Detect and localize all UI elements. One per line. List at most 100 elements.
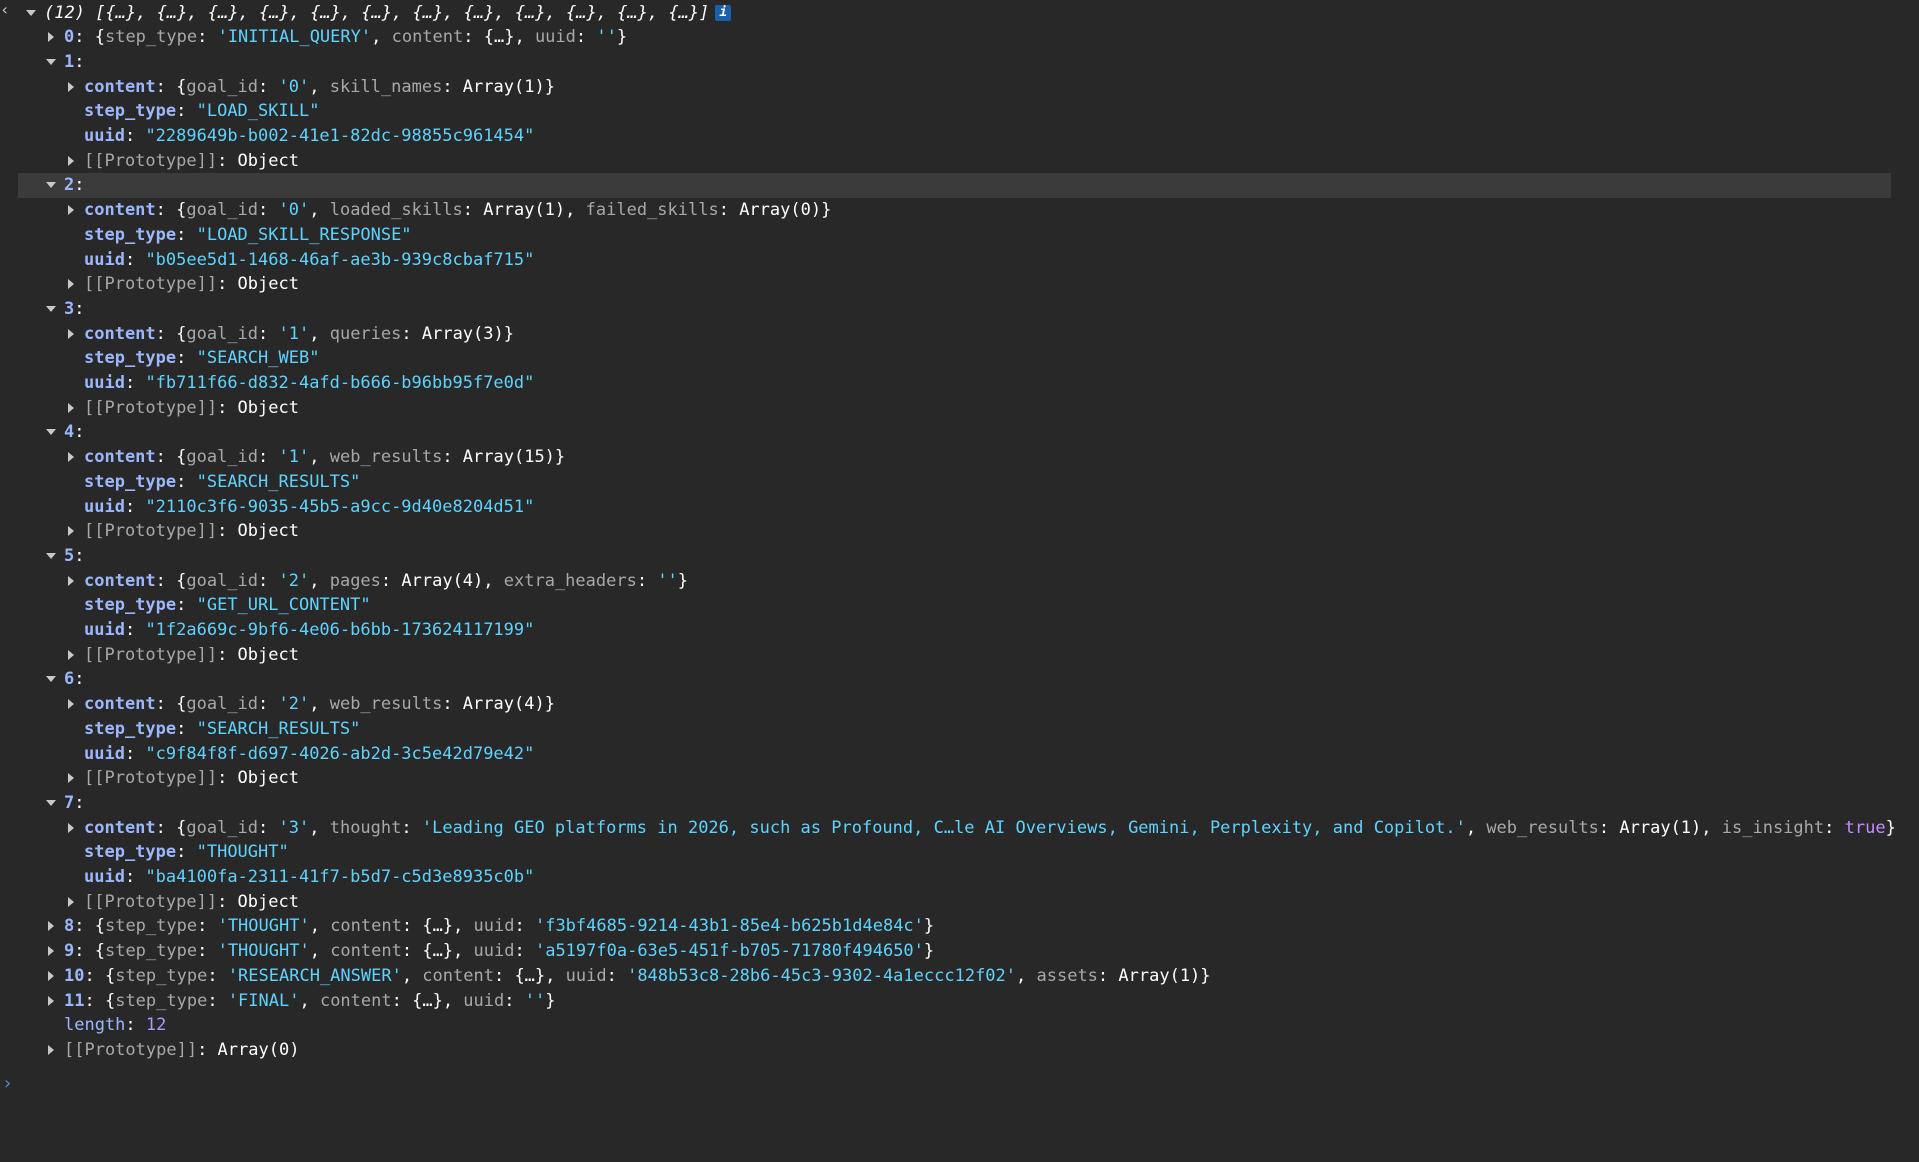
property-value: Array(3) bbox=[421, 323, 504, 344]
property-value: "SEARCH_RESULTS" bbox=[196, 471, 361, 492]
expand-toggle[interactable] bbox=[44, 989, 56, 1014]
expand-toggle[interactable] bbox=[64, 445, 76, 470]
expand-toggle[interactable] bbox=[44, 173, 56, 198]
separator: , bbox=[309, 817, 330, 838]
step-type-property: step_type: "LOAD_SKILL" bbox=[84, 99, 319, 124]
expand-toggle[interactable] bbox=[64, 396, 76, 421]
expand-toggle[interactable] bbox=[44, 50, 56, 75]
step-type-property: step_type: "SEARCH_WEB" bbox=[84, 346, 319, 371]
step-type-property: step_type: "THOUGHT" bbox=[84, 840, 289, 865]
property-value: '3' bbox=[278, 817, 310, 838]
expand-toggle[interactable] bbox=[44, 939, 56, 964]
info-icon[interactable]: i bbox=[715, 4, 732, 21]
expand-toggle[interactable] bbox=[44, 791, 56, 816]
uuid-row: uuid: "ba4100fa-2311-41f7-b5d7-c5d3e8935… bbox=[0, 865, 1919, 890]
property-value: "fb711f66-d832-4afd-b666-b96bb95f7e0d" bbox=[145, 373, 535, 393]
content-row: content: {goal_id: '2', web_results: Arr… bbox=[0, 692, 1919, 717]
expand-toggle[interactable] bbox=[64, 643, 76, 668]
brace: } bbox=[554, 447, 566, 468]
property-key: uuid bbox=[84, 373, 125, 393]
property-key: step_type bbox=[104, 916, 198, 937]
expand-toggle[interactable] bbox=[64, 816, 76, 841]
property-key: content bbox=[330, 916, 402, 937]
content-row: content: {goal_id: '2', pages: Array(4),… bbox=[0, 569, 1919, 594]
expand-toggle[interactable] bbox=[44, 667, 56, 692]
content-row: content: {goal_id: '1', web_results: Arr… bbox=[0, 445, 1919, 470]
content-preview: content: {goal_id: '0', skill_names: Arr… bbox=[84, 75, 555, 100]
entry-index: 5 bbox=[64, 545, 75, 566]
content-row: content: {goal_id: '0', loaded_skills: A… bbox=[0, 198, 1919, 223]
step-type-property: step_type: "GET_URL_CONTENT" bbox=[84, 593, 371, 618]
property-key: step_type bbox=[84, 471, 177, 492]
property-value: '848b53c8-28b6-45c3-9302-4a1eccc12f02' bbox=[627, 965, 1017, 986]
expand-toggle[interactable] bbox=[44, 544, 56, 569]
expand-toggle[interactable] bbox=[64, 519, 76, 544]
expand-toggle[interactable] bbox=[64, 692, 76, 717]
property-value: "1f2a669c-9bf6-4e06-b6bb-173624117199" bbox=[145, 620, 535, 640]
property-key: loaded_skills bbox=[329, 200, 463, 221]
entry-header: 6: bbox=[64, 667, 85, 692]
entry-index: 10 bbox=[64, 965, 85, 986]
uuid-row: uuid: "fb711f66-d832-4afd-b666-b96bb95f7… bbox=[0, 371, 1919, 396]
separator: , bbox=[309, 76, 330, 97]
property-value: 'THOUGHT' bbox=[217, 941, 310, 962]
property-key: uuid bbox=[84, 867, 125, 887]
property-value: 'FINAL' bbox=[227, 990, 300, 1011]
property-key: content bbox=[330, 941, 402, 962]
property-key: uuid bbox=[565, 965, 607, 986]
colon: : bbox=[74, 792, 85, 813]
expand-toggle[interactable] bbox=[64, 75, 76, 100]
expand-toggle[interactable] bbox=[44, 297, 56, 322]
property-value: '0' bbox=[278, 200, 310, 221]
colon: : bbox=[176, 595, 197, 616]
property-key: step_type bbox=[84, 348, 177, 369]
property-key: [[Prototype]] bbox=[64, 1039, 198, 1060]
array-entry-collapsed: 8: {step_type: 'THOUGHT', content: {…}, … bbox=[0, 914, 1919, 939]
property-key: step_type bbox=[84, 595, 177, 616]
colon: : bbox=[176, 101, 197, 122]
expand-toggle[interactable] bbox=[44, 25, 56, 50]
property-value: "SEARCH_WEB" bbox=[196, 348, 320, 369]
property-key: pages bbox=[329, 570, 381, 591]
expand-toggle[interactable] bbox=[64, 322, 76, 347]
prototype-property: [[Prototype]]: Object bbox=[84, 766, 299, 791]
expand-toggle[interactable] bbox=[24, 1, 36, 26]
entry-header: 7: bbox=[64, 791, 85, 816]
entry-index: 8 bbox=[64, 916, 75, 937]
content-preview: content: {goal_id: '3', thought: 'Leadin… bbox=[84, 816, 1896, 841]
colon: : bbox=[258, 200, 279, 221]
property-value: Array(4) bbox=[401, 570, 484, 591]
separator: , bbox=[1016, 965, 1037, 986]
expand-toggle[interactable] bbox=[64, 569, 76, 594]
property-key: step_type bbox=[84, 718, 177, 739]
property-key: step_type bbox=[104, 27, 198, 48]
expand-toggle[interactable] bbox=[64, 149, 76, 174]
console-prompt[interactable]: › bbox=[2, 1073, 13, 1094]
property-value: "GET_URL_CONTENT" bbox=[196, 595, 371, 616]
property-value: Object bbox=[237, 644, 299, 665]
content-row: content: {goal_id: '1', queries: Array(3… bbox=[0, 322, 1919, 347]
colon: : bbox=[124, 620, 146, 640]
expand-toggle[interactable] bbox=[44, 1038, 56, 1063]
separator: , bbox=[309, 916, 331, 937]
property-key: [[Prototype]] bbox=[84, 521, 218, 542]
property-value: "LOAD_SKILL_RESPONSE" bbox=[196, 224, 412, 245]
expand-toggle[interactable] bbox=[44, 914, 56, 939]
entry-preview: 0: {step_type: 'INITIAL_QUERY', content:… bbox=[64, 25, 627, 50]
colon: : bbox=[74, 422, 85, 443]
separator: , bbox=[1465, 817, 1487, 838]
expand-toggle[interactable] bbox=[64, 272, 76, 297]
expand-toggle[interactable] bbox=[44, 420, 56, 445]
content-row: content: {goal_id: '0', skill_names: Arr… bbox=[0, 75, 1919, 100]
expand-toggle[interactable] bbox=[64, 198, 76, 223]
array-entry-expanded: 5: bbox=[0, 544, 1919, 569]
expand-toggle[interactable] bbox=[64, 766, 76, 791]
array-entry-expanded: 3: bbox=[0, 297, 1919, 322]
property-value: '2' bbox=[278, 694, 310, 715]
brace: } bbox=[1200, 965, 1211, 986]
expand-toggle[interactable] bbox=[44, 964, 56, 989]
prototype-row: [[Prototype]]: Object bbox=[0, 643, 1919, 668]
entry-index: 11 bbox=[64, 990, 85, 1011]
property-key: content bbox=[84, 323, 156, 344]
expand-toggle[interactable] bbox=[64, 890, 76, 915]
